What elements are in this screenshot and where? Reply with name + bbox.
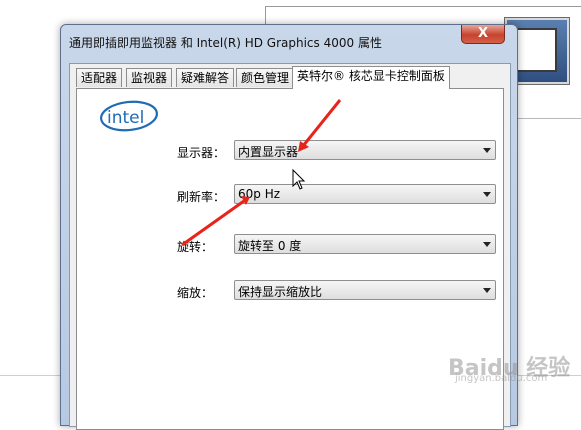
rotation-label: 旋转： — [177, 240, 214, 254]
scaling-label: 缩放： — [177, 286, 214, 300]
dialog-client: 适配器 监视器 疑难解答 颜色管理 英特尔® 核芯显卡控制面板 intel 显示… — [69, 63, 511, 430]
refresh-rate-select[interactable]: 60p Hz — [234, 184, 496, 204]
display-select[interactable]: 内置显示器 — [234, 140, 496, 160]
rotation-value: 旋转至 0 度 — [238, 239, 302, 253]
chevron-down-icon — [483, 242, 491, 247]
tab-adapter[interactable]: 适配器 — [76, 68, 123, 87]
rotation-select[interactable]: 旋转至 0 度 — [234, 234, 496, 254]
dialog-title: 通用即插即用监视器 和 Intel(R) HD Graphics 4000 属性 — [69, 36, 382, 50]
chevron-down-icon — [483, 192, 491, 197]
intel-panel: intel 显示器： 内置显示器 刷新率： 60p Hz 旋转： 旋转至 0 度… — [76, 88, 504, 430]
refresh-rate-label: 刷新率： — [177, 190, 226, 204]
display-value: 内置显示器 — [238, 145, 299, 159]
chevron-down-icon — [483, 288, 491, 293]
tab-monitor[interactable]: 监视器 — [126, 68, 173, 87]
intel-logo-text: intel — [107, 108, 144, 128]
divider — [515, 118, 581, 119]
tab-troubleshoot[interactable]: 疑难解答 — [176, 68, 235, 87]
display-label: 显示器： — [177, 146, 226, 160]
watermark-url: jingyan.baidu.com — [455, 373, 548, 384]
tab-intel-control-panel[interactable]: 英特尔® 核芯显卡控制面板 — [292, 66, 450, 89]
close-button[interactable]: X — [461, 25, 505, 44]
chevron-down-icon — [483, 148, 491, 153]
intel-logo: intel — [100, 100, 158, 132]
refresh-rate-value: 60p Hz — [238, 187, 281, 201]
scaling-value: 保持显示缩放比 — [238, 285, 323, 299]
scaling-select[interactable]: 保持显示缩放比 — [234, 280, 496, 300]
tab-color-management[interactable]: 颜色管理 — [236, 68, 295, 87]
